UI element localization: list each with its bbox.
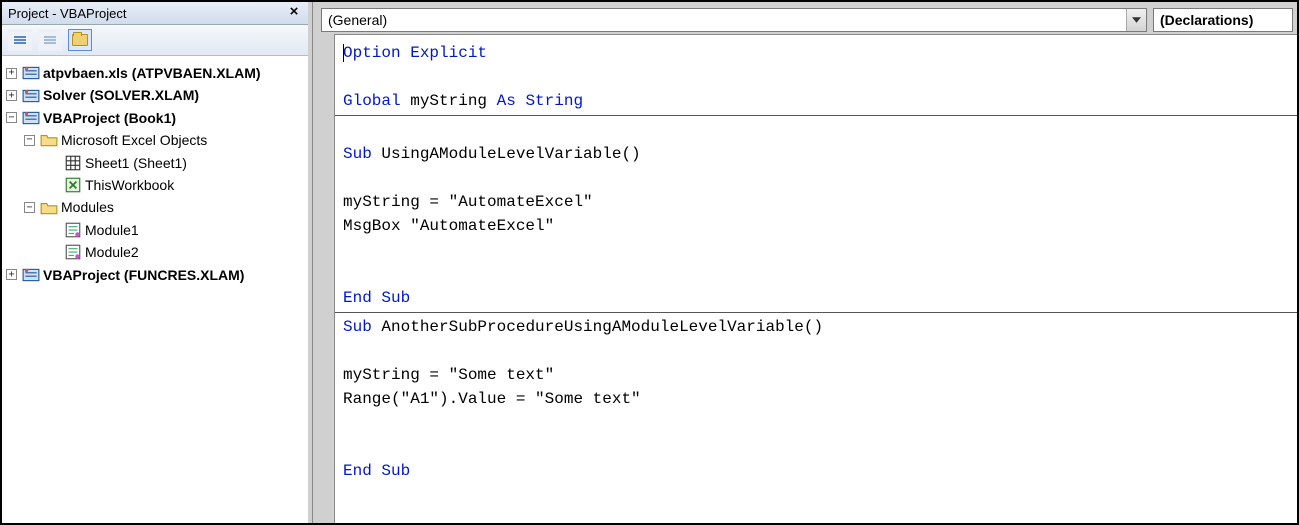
project-explorer-titlebar: Project - VBAProject ×	[2, 2, 308, 25]
folder-open-icon	[40, 200, 58, 216]
tree-node-modules[interactable]: − Modules	[6, 196, 304, 218]
object-combo[interactable]: (General)	[321, 8, 1147, 32]
code-token	[516, 92, 526, 110]
tree-label: Sheet1 (Sheet1)	[85, 152, 187, 174]
tree-node-vbaproject-funcres[interactable]: + VBAProject (FUNCRES.XLAM)	[6, 264, 304, 286]
code-token: myString = "AutomateExcel"	[343, 193, 593, 211]
tree-node-sheet1[interactable]: Sheet1 (Sheet1)	[6, 152, 304, 174]
code-token	[372, 289, 382, 307]
tree-label: ThisWorkbook	[85, 174, 174, 196]
code-token: Sub	[381, 462, 410, 480]
project-tree[interactable]: + atpvbaen.xls (ATPVBAEN.XLAM) + Solver …	[2, 56, 308, 523]
view-object-button[interactable]	[38, 29, 62, 51]
code-token: Sub	[343, 145, 372, 163]
code-token	[372, 462, 382, 480]
code-token: UsingAModuleLevelVariable()	[372, 145, 641, 163]
view-code-button[interactable]	[8, 29, 32, 51]
tree-label: VBAProject (Book1)	[43, 107, 176, 129]
list-icon	[14, 36, 26, 44]
module-icon	[64, 244, 82, 260]
tree-label: VBAProject (FUNCRES.XLAM)	[43, 264, 244, 286]
module-icon	[64, 222, 82, 238]
project-explorer-panel: Project - VBAProject × + atpvbaen.xls (A…	[2, 2, 312, 523]
code-token: End	[343, 289, 372, 307]
code-token: Option	[343, 44, 401, 62]
chevron-down-icon[interactable]	[1126, 9, 1146, 31]
expand-icon[interactable]: +	[6, 68, 17, 79]
tree-node-module1[interactable]: Module1	[6, 219, 304, 241]
collapse-icon[interactable]: −	[6, 112, 17, 123]
folder-icon	[72, 34, 88, 46]
tree-node-thisworkbook[interactable]: ThisWorkbook	[6, 174, 304, 196]
tree-label: atpvbaen.xls (ATPVBAEN.XLAM)	[43, 62, 261, 84]
procedure-separator	[335, 312, 1297, 313]
procedure-separator	[335, 115, 1297, 116]
code-token: As	[497, 92, 516, 110]
tree-node-module2[interactable]: Module2	[6, 241, 304, 263]
procedure-combo[interactable]: (Declarations)	[1153, 8, 1293, 32]
object-combo-value: (General)	[322, 10, 1126, 30]
project-explorer-title: Project - VBAProject	[8, 6, 127, 21]
tree-label: Module1	[85, 219, 139, 241]
tree-node-vbaproject-book1[interactable]: − VBAProject (Book1)	[6, 107, 304, 129]
tree-node-atpvbaen[interactable]: + atpvbaen.xls (ATPVBAEN.XLAM)	[6, 62, 304, 84]
procedure-combo-value: (Declarations)	[1154, 10, 1292, 30]
collapse-icon[interactable]: −	[24, 135, 35, 146]
code-token: Sub	[343, 318, 372, 336]
project-icon	[22, 110, 40, 126]
list-icon	[44, 36, 56, 44]
code-token: MsgBox "AutomateExcel"	[343, 217, 554, 235]
tree-node-solver[interactable]: + Solver (SOLVER.XLAM)	[6, 84, 304, 106]
tree-label: Module2	[85, 241, 139, 263]
tree-label: Microsoft Excel Objects	[61, 129, 207, 151]
workbook-icon	[64, 177, 82, 193]
expand-icon[interactable]: +	[6, 90, 17, 101]
code-area-wrap: Option Explicit Global myString As Strin…	[313, 34, 1297, 523]
code-panel: (General) (Declarations) Option Explicit…	[312, 2, 1297, 523]
collapse-icon[interactable]: −	[24, 202, 35, 213]
code-dropdown-bar: (General) (Declarations)	[313, 6, 1297, 34]
code-editor[interactable]: Option Explicit Global myString As Strin…	[335, 34, 1297, 523]
tree-label: Modules	[61, 196, 114, 218]
tree-label: Solver (SOLVER.XLAM)	[43, 84, 199, 106]
code-token: String	[525, 92, 583, 110]
project-icon	[22, 65, 40, 81]
expand-icon[interactable]: +	[6, 269, 17, 280]
tree-node-excel-objects[interactable]: − Microsoft Excel Objects	[6, 129, 304, 151]
project-icon	[22, 88, 40, 104]
code-token: Sub	[381, 289, 410, 307]
code-token: myString	[401, 92, 497, 110]
code-token: Range("A1").Value = "Some text"	[343, 390, 641, 408]
project-explorer-toolbar	[2, 25, 308, 56]
code-token: End	[343, 462, 372, 480]
toggle-folders-button[interactable]	[68, 29, 92, 51]
folder-open-icon	[40, 132, 58, 148]
worksheet-icon	[64, 155, 82, 171]
code-token: Global	[343, 92, 401, 110]
project-icon	[22, 267, 40, 283]
close-icon[interactable]: ×	[286, 5, 302, 21]
code-token: myString = "Some text"	[343, 366, 554, 384]
code-margin[interactable]	[313, 34, 335, 523]
code-token: AnotherSubProcedureUsingAModuleLevelVari…	[372, 318, 823, 336]
code-token: Explicit	[401, 44, 487, 62]
